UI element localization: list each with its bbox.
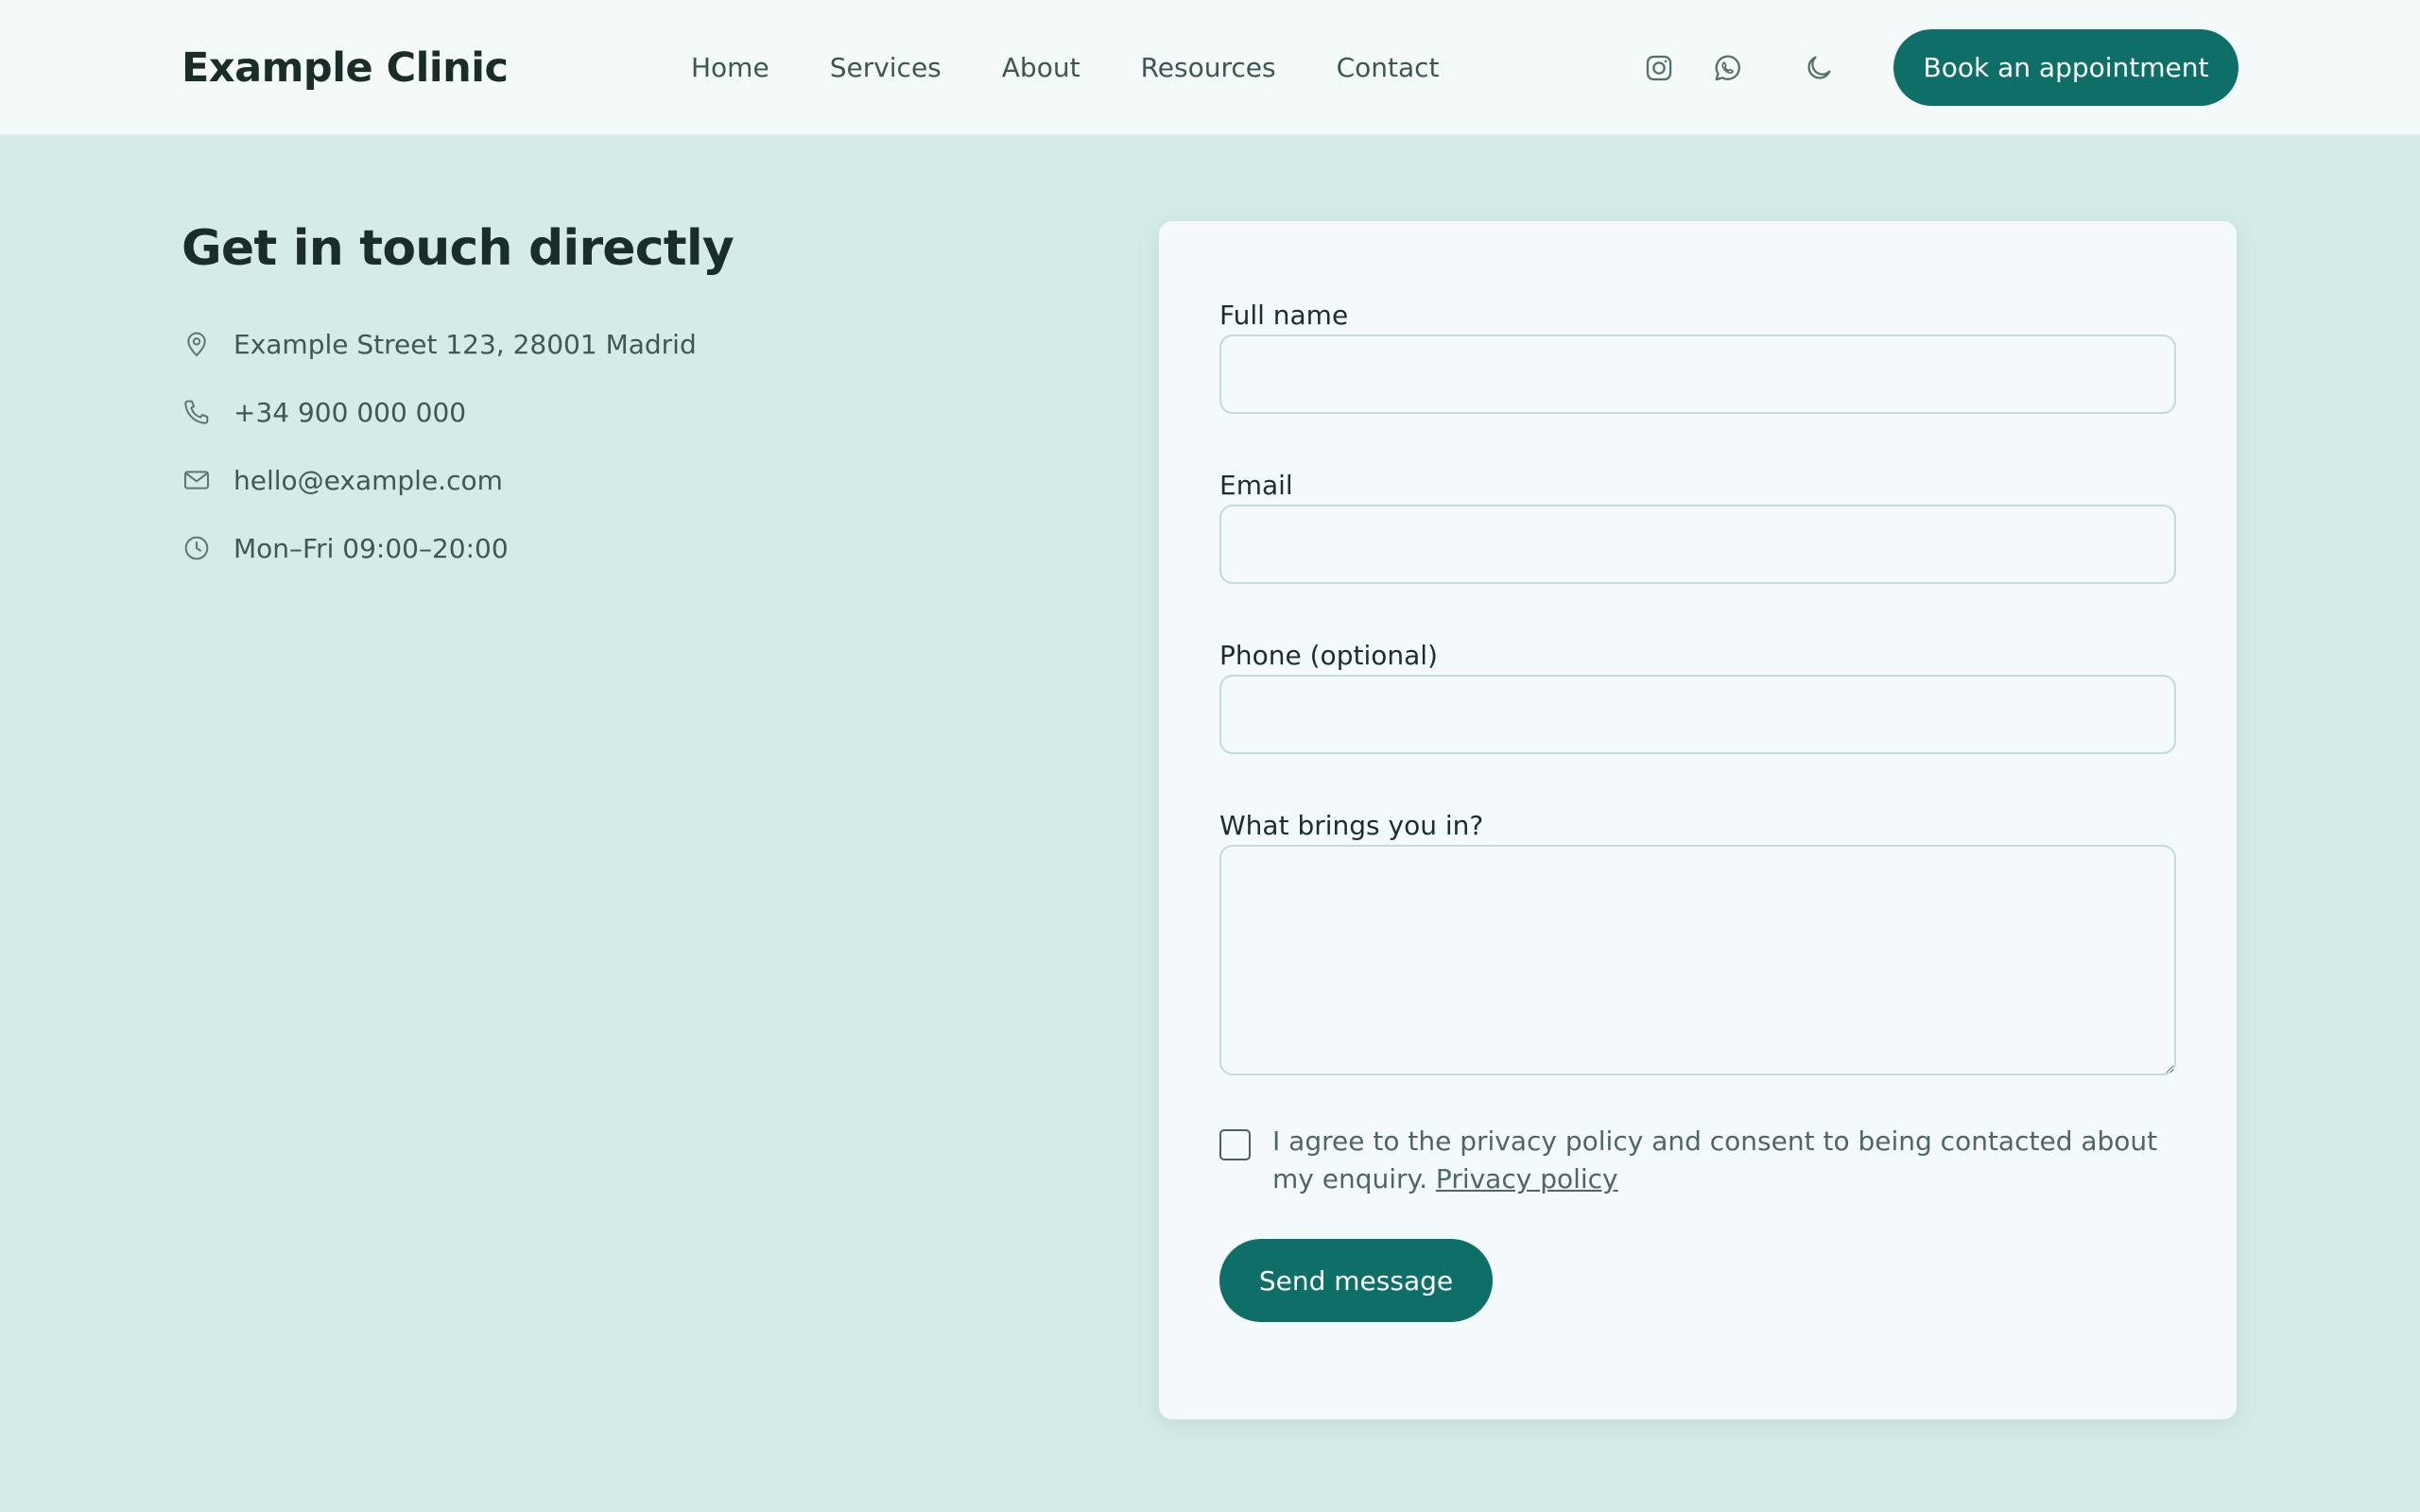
site-header: Example Clinic Home Services About Resou… — [0, 0, 2420, 136]
contact-phone: +34 900 000 000 — [182, 389, 697, 435]
consent-text: I agree to the privacy policy and consen… — [1272, 1123, 2180, 1198]
consent-checkbox[interactable] — [1219, 1129, 1251, 1160]
main-nav: Home Services About Resources Contact — [691, 47, 1440, 89]
nav-home[interactable]: Home — [691, 47, 769, 89]
full-name-label: Full name — [1219, 300, 1349, 331]
phone-icon — [184, 400, 209, 424]
contact-hours-text: Mon–Fri 09:00–20:00 — [233, 532, 509, 564]
mail-icon — [184, 471, 209, 490]
nav-contact[interactable]: Contact — [1337, 47, 1440, 89]
privacy-policy-link[interactable]: Privacy policy — [1436, 1163, 1618, 1194]
contact-email: hello@example.com — [182, 457, 697, 503]
book-appointment-button[interactable]: Book an appointment — [1893, 29, 2238, 106]
nav-about[interactable]: About — [1002, 47, 1080, 89]
contact-form-card: Full name Email Phone (optional) What br… — [1159, 221, 2237, 1419]
phone-input[interactable] — [1219, 675, 2176, 754]
reason-label: What brings you in? — [1219, 810, 1484, 841]
contact-phone-text[interactable]: +34 900 000 000 — [233, 397, 466, 428]
contact-email-text[interactable]: hello@example.com — [233, 465, 503, 496]
brand-logo-text[interactable]: Example Clinic — [182, 42, 509, 94]
email-label: Email — [1219, 470, 1293, 501]
nav-services[interactable]: Services — [830, 47, 942, 89]
send-message-button[interactable]: Send message — [1219, 1239, 1493, 1322]
clock-icon — [184, 536, 209, 560]
contact-hours: Mon–Fri 09:00–20:00 — [182, 525, 697, 571]
location-pin-icon — [187, 332, 206, 356]
phone-label: Phone (optional) — [1219, 640, 1438, 671]
contact-address: Example Street 123, 28001 Madrid — [182, 321, 697, 367]
contact-title: Get in touch directly — [182, 220, 735, 277]
contact-address-text: Example Street 123, 28001 Madrid — [233, 328, 697, 360]
nav-resources[interactable]: Resources — [1141, 47, 1276, 89]
whatsapp-icon[interactable] — [1708, 49, 1746, 87]
contact-info-list: Example Street 123, 28001 Madrid +34 900… — [182, 321, 697, 593]
moon-icon[interactable] — [1800, 49, 1838, 87]
consent-statement: I agree to the privacy policy and consen… — [1272, 1125, 2158, 1194]
reason-textarea[interactable] — [1219, 845, 2176, 1075]
full-name-input[interactable] — [1219, 335, 2176, 414]
email-input[interactable] — [1219, 505, 2176, 584]
instagram-icon[interactable] — [1640, 49, 1678, 87]
